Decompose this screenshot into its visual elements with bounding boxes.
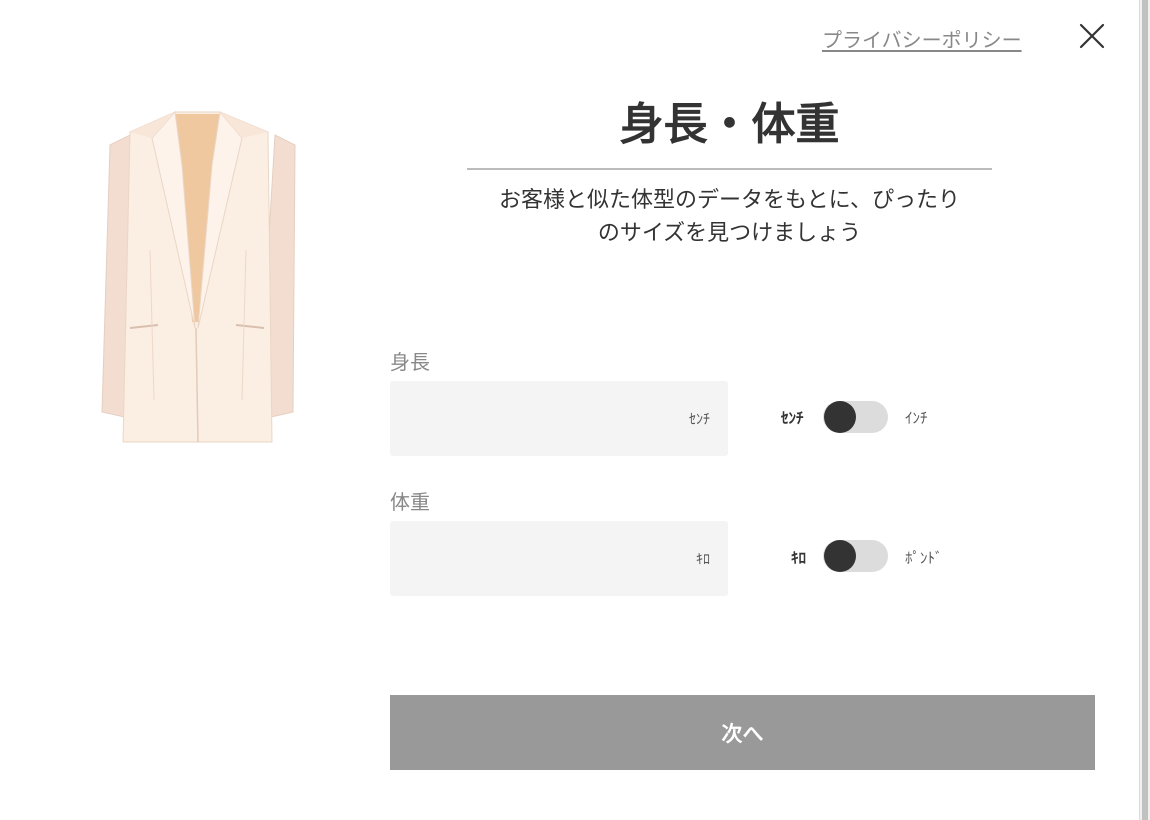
page-title: 身長・体重 [619,99,840,150]
subtitle-line-1: お客様と似た体型のデータをもとに、ぴったり [499,188,960,213]
product-image [90,100,305,450]
height-unit-inch-label: ｲﾝﾁ [905,409,928,427]
scrollbar[interactable] [1139,0,1150,820]
privacy-policy-link[interactable]: プライバシーポリシー [822,24,1022,53]
subtitle-line-2: のサイズを見つけましょう [597,221,862,246]
subtitle: お客様と似た体型のデータをもとに、ぴったり のサイズを見つけましょう [467,184,992,250]
toggle-knob [824,401,856,433]
close-icon [1079,23,1105,49]
close-button[interactable] [1076,20,1108,52]
height-unit-cm-label: ｾﾝﾁ [781,409,804,427]
weight-input[interactable]: ｷﾛ [390,521,728,596]
jacket-image [101,110,296,443]
weight-unit-pound-label: ﾎﾟﾝﾄﾞ [905,549,943,567]
height-unit-suffix: ｾﾝﾁ [689,412,710,428]
toggle-knob [824,540,856,572]
scrollbar-thumb[interactable] [1142,0,1148,820]
weight-label: 体重 [390,490,430,514]
title-divider [467,168,992,170]
weight-unit-suffix: ｷﾛ [696,552,710,568]
height-unit-toggle[interactable] [823,401,888,433]
weight-unit-toggle[interactable] [823,540,888,572]
next-button[interactable]: 次へ [390,695,1095,770]
height-input[interactable]: ｾﾝﾁ [390,381,728,456]
height-label: 身長 [390,350,430,374]
weight-unit-kg-label: ｷﾛ [791,549,807,567]
